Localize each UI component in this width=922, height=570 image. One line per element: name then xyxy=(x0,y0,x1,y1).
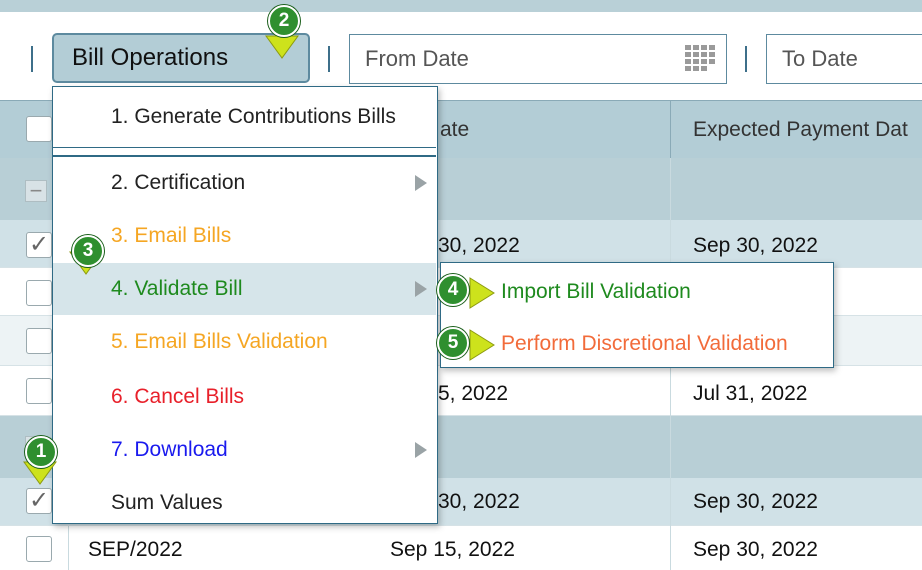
validate-bill-submenu: Import Bill Validation Perform Discretio… xyxy=(440,262,834,368)
submenu-item-import-bill-validation[interactable]: Import Bill Validation xyxy=(441,266,832,318)
top-band xyxy=(0,0,922,12)
from-date-input[interactable]: From Date xyxy=(349,34,727,84)
bill-operations-label: Bill Operations xyxy=(72,44,229,71)
row-date-cell: 5, 2022 xyxy=(438,382,509,405)
menu-item-label: 6. Cancel Bills xyxy=(111,385,245,408)
row-checkbox[interactable]: ✓ xyxy=(26,232,52,258)
callout-badge-3: 3 xyxy=(72,235,104,267)
menu-item-email-bills-validation[interactable]: 5. Email Bills Validation xyxy=(53,316,436,368)
toolbar-separator xyxy=(745,46,747,72)
menu-item-download[interactable]: 7. Download xyxy=(53,424,436,476)
menu-item-generate-contributions-bills[interactable]: 1. Generate Contributions Bills xyxy=(53,91,436,143)
toolbar-separator xyxy=(31,46,33,72)
menu-item-validate-bill[interactable]: 4. Validate Bill xyxy=(53,263,436,315)
callout-badge-5: 5 xyxy=(437,327,469,359)
arrow-pointer-icon xyxy=(469,329,495,361)
menu-item-label: 5. Email Bills Validation xyxy=(111,330,328,353)
row-date-cell: 30, 2022 xyxy=(438,234,520,257)
row-checkbox[interactable] xyxy=(26,328,52,354)
select-all-checkbox[interactable] xyxy=(26,116,52,142)
row-expected-payment-cell: Sep 30, 2022 xyxy=(693,234,818,257)
calendar-icon[interactable] xyxy=(684,44,718,72)
menu-item-certification[interactable]: 2. Certification xyxy=(53,157,436,209)
menu-item-sum-values[interactable]: Sum Values xyxy=(53,477,436,529)
row-date-cell: Sep 15, 2022 xyxy=(390,538,515,561)
row-checkbox[interactable] xyxy=(26,280,52,306)
menu-item-cancel-bills[interactable]: 6. Cancel Bills xyxy=(53,371,436,423)
menu-item-label: 1. Generate Contributions Bills xyxy=(111,105,396,128)
row-checkbox[interactable] xyxy=(26,536,52,562)
menu-item-label: 2. Certification xyxy=(111,171,246,194)
column-header-expected-payment-date[interactable]: Expected Payment Dat xyxy=(693,118,908,142)
row-checkbox[interactable] xyxy=(26,378,52,404)
chevron-right-icon xyxy=(415,175,427,191)
row-expected-payment-cell: Sep 30, 2022 xyxy=(693,490,818,513)
submenu-item-label: Perform Discretional Validation xyxy=(501,332,788,355)
collapse-group-icon[interactable]: − xyxy=(25,178,47,203)
chevron-right-icon xyxy=(415,442,427,458)
row-checkbox[interactable]: ✓ xyxy=(26,488,52,514)
menu-item-label: Sum Values xyxy=(111,491,223,514)
callout-badge-1: 1 xyxy=(25,436,57,468)
menu-item-label: 3. Email Bills xyxy=(111,224,232,247)
submenu-item-perform-discretional-validation[interactable]: Perform Discretional Validation xyxy=(441,318,832,370)
menu-item-label: 4. Validate Bill xyxy=(111,277,243,300)
chevron-right-icon xyxy=(415,281,427,297)
to-date-input[interactable]: To Date xyxy=(766,34,922,84)
row-expected-payment-cell: Sep 30, 2022 xyxy=(693,538,818,561)
bill-operations-menu: 1. Generate Contributions Bills 2. Certi… xyxy=(52,86,438,524)
column-divider xyxy=(68,526,69,570)
callout-badge-2: 2 xyxy=(268,5,300,37)
column-header-date[interactable]: ate xyxy=(440,118,469,142)
to-date-placeholder: To Date xyxy=(782,46,858,71)
callout-badge-4: 4 xyxy=(437,274,469,306)
row-period-cell: SEP/2022 xyxy=(88,538,183,561)
row-date-cell: 30, 2022 xyxy=(438,490,520,513)
column-divider xyxy=(670,100,671,158)
submenu-item-label: Import Bill Validation xyxy=(501,280,691,303)
toolbar-separator xyxy=(328,46,330,72)
from-date-placeholder: From Date xyxy=(365,46,469,71)
row-expected-payment-cell: Jul 31, 2022 xyxy=(693,382,808,405)
arrow-pointer-icon xyxy=(469,277,495,309)
menu-item-label: 7. Download xyxy=(111,438,228,461)
menu-item-email-bills[interactable]: 3. Email Bills xyxy=(53,210,436,262)
